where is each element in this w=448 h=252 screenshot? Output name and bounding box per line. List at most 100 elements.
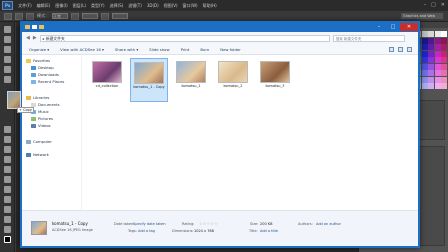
properties-icon[interactable]: [32, 25, 37, 29]
color-swatch[interactable]: [441, 63, 447, 70]
new-folder-icon[interactable]: [39, 25, 44, 29]
date-taken-value[interactable]: Specify date taken: [133, 222, 166, 226]
nav-libraries[interactable]: Libraries: [26, 95, 49, 100]
eyedropper-tool-icon[interactable]: [4, 76, 11, 83]
ps-minimize-button[interactable]: –: [424, 2, 427, 8]
flow-field[interactable]: [112, 13, 128, 19]
color-swatch[interactable]: [428, 63, 434, 70]
color-swatch[interactable]: [441, 57, 447, 63]
eraser-tool-icon[interactable]: [4, 156, 11, 163]
pen-tool-icon[interactable]: [4, 186, 11, 193]
menu-image[interactable]: 图像(I): [55, 3, 67, 9]
slide-show-button[interactable]: Slide show: [149, 47, 169, 52]
type-tool-icon[interactable]: [4, 196, 11, 203]
back-button[interactable]: ◀: [26, 35, 30, 41]
explorer-titlebar[interactable]: – □ ✕: [22, 23, 418, 32]
color-swatch[interactable]: [421, 83, 428, 89]
color-swatch[interactable]: [421, 37, 428, 44]
explorer-maximize-button[interactable]: □: [386, 23, 400, 31]
explorer-minimize-button[interactable]: –: [372, 23, 386, 31]
view-with-acdsee-button[interactable]: View with ACDSee 16 ▾: [60, 47, 104, 52]
foreground-color-icon[interactable]: [4, 236, 11, 243]
color-swatch[interactable]: [421, 76, 428, 83]
gradient-tool-icon[interactable]: [4, 166, 11, 173]
menu-3d[interactable]: 3D(D): [147, 3, 159, 8]
color-swatch[interactable]: [441, 83, 447, 89]
flow-icon[interactable]: [101, 12, 109, 20]
menu-select[interactable]: 选择(S): [110, 3, 124, 9]
new-folder-button[interactable]: New folder: [220, 47, 241, 52]
color-swatch[interactable]: [428, 83, 434, 89]
share-with-button[interactable]: Share with ▾: [115, 47, 138, 52]
forward-button[interactable]: ▶: [33, 35, 37, 41]
color-swatch[interactable]: [434, 76, 441, 83]
color-swatch[interactable]: [434, 37, 441, 44]
mode-select[interactable]: 正常: [52, 13, 68, 19]
color-swatch[interactable]: [428, 50, 434, 57]
opacity-field[interactable]: [82, 13, 98, 19]
file-item[interactable]: komatsu_3: [256, 58, 294, 102]
nav-desktop[interactable]: Desktop: [31, 65, 54, 70]
workspace-switcher[interactable]: Graphics and Web: [401, 13, 443, 19]
menu-filter[interactable]: 滤镜(T): [128, 3, 142, 9]
nav-documents[interactable]: Documents: [31, 102, 60, 107]
nav-favorites[interactable]: Favorites: [26, 58, 50, 63]
color-swatch[interactable]: [428, 76, 434, 83]
brush-panel-icon[interactable]: [26, 12, 34, 20]
color-swatch[interactable]: [428, 70, 434, 76]
nav-computer[interactable]: Computer: [26, 139, 52, 144]
menu-window[interactable]: 窗口(W): [183, 3, 198, 9]
rating-stars[interactable]: ☆☆☆☆☆: [199, 221, 218, 226]
color-swatch[interactable]: [441, 37, 447, 44]
move-tool-icon[interactable]: [4, 26, 11, 33]
nav-network[interactable]: Network: [26, 152, 49, 157]
file-item[interactable]: cd_collection: [88, 58, 126, 102]
color-swatch[interactable]: [421, 70, 428, 76]
color-swatch[interactable]: [441, 31, 447, 37]
burn-button[interactable]: Burn: [200, 47, 209, 52]
history-brush-tool-icon[interactable]: [4, 146, 11, 153]
brush-tool-icon[interactable]: [4, 126, 11, 133]
file-item[interactable]: komatsu_2: [214, 58, 252, 102]
search-input[interactable]: 搜索 新建文件夹: [332, 34, 405, 42]
crop-tool-icon[interactable]: [4, 66, 11, 73]
menu-layer[interactable]: 图层(L): [73, 3, 86, 9]
color-swatch[interactable]: [441, 76, 447, 83]
file-item-selected[interactable]: komatsu_1 - Copy: [130, 58, 168, 102]
color-swatch[interactable]: [434, 83, 441, 89]
ps-close-button[interactable]: ✕: [441, 2, 445, 8]
color-swatch[interactable]: [441, 50, 447, 57]
help-icon[interactable]: [407, 47, 412, 52]
ps-maximize-button[interactable]: □: [431, 2, 436, 8]
dodge-tool-icon[interactable]: [4, 176, 11, 183]
color-swatch[interactable]: [441, 70, 447, 76]
preview-pane-icon[interactable]: [398, 47, 403, 52]
color-swatch[interactable]: [421, 31, 428, 37]
organize-button[interactable]: Organize ▾: [29, 47, 49, 52]
opacity-icon[interactable]: [71, 12, 79, 20]
menu-help[interactable]: 帮助(H): [203, 3, 217, 9]
color-swatch[interactable]: [428, 44, 434, 50]
quick-select-tool-icon[interactable]: [4, 56, 11, 63]
path-select-tool-icon[interactable]: [4, 206, 11, 213]
brush-preset-icon[interactable]: [15, 12, 23, 20]
color-swatch[interactable]: [434, 57, 441, 63]
tool-preset-icon[interactable]: [4, 12, 12, 20]
nav-recent-places[interactable]: Recent Places: [31, 79, 64, 84]
color-swatch[interactable]: [421, 57, 428, 63]
menu-type[interactable]: 类型(Y): [91, 3, 105, 9]
color-swatch[interactable]: [428, 37, 434, 44]
color-swatch[interactable]: [434, 50, 441, 57]
menu-file[interactable]: 文件(F): [18, 3, 31, 9]
color-swatch[interactable]: [428, 31, 434, 37]
color-swatch[interactable]: [434, 70, 441, 76]
change-view-icon[interactable]: [389, 47, 394, 52]
file-item[interactable]: komatsu_1: [172, 58, 210, 102]
menu-view[interactable]: 视图(V): [164, 3, 178, 9]
stamp-tool-icon[interactable]: [4, 136, 11, 143]
lasso-tool-icon[interactable]: [4, 46, 11, 53]
color-swatch[interactable]: [428, 57, 434, 63]
authors-value[interactable]: Add an author: [316, 222, 341, 226]
explorer-close-button[interactable]: ✕: [400, 23, 418, 31]
color-swatch[interactable]: [434, 31, 441, 37]
